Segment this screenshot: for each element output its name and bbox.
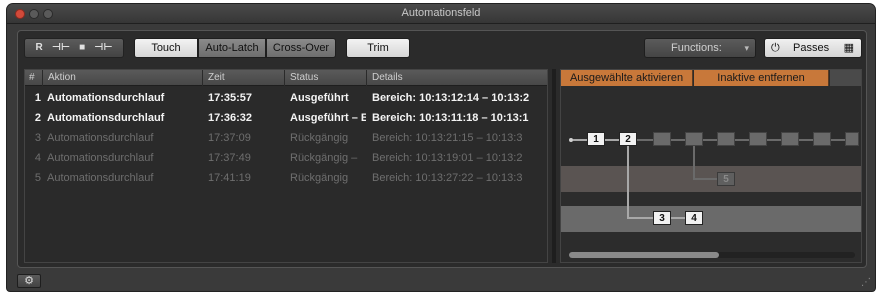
- row-number: 4: [34, 152, 41, 164]
- activate-selected-button[interactable]: Ausgewählte aktivieren: [561, 70, 693, 86]
- toolbar: R ⊣⊢ ■ ⊣⊢ Touch Auto-Latch Cross-Over Tr…: [24, 38, 862, 60]
- row-number: 5: [34, 172, 41, 184]
- row-details: Bereich: 10:13:19:01 – 10:13:2: [372, 152, 523, 164]
- pass-node-4[interactable]: 4: [685, 211, 703, 225]
- connector-line: [693, 146, 695, 180]
- table-row[interactable]: 1 Automationsdurchlauf 17:35:57 Ausgefüh…: [25, 88, 547, 108]
- row-details: Bereich: 10:13:27:22 – 10:13:3: [372, 172, 523, 184]
- window-title: Automationsfeld: [401, 7, 481, 19]
- connector-line: [693, 178, 717, 180]
- row-time: 17:36:32: [208, 112, 253, 124]
- row-action: Automationsdurchlauf: [47, 172, 154, 184]
- write-mode-icon[interactable]: ⊣⊢: [52, 39, 70, 57]
- grid-icon: ▦: [843, 42, 854, 54]
- main-panel: R ⊣⊢ ■ ⊣⊢ Touch Auto-Latch Cross-Over Tr…: [17, 30, 867, 268]
- functions-dropdown[interactable]: Functions: ▾: [644, 38, 756, 58]
- row-status: Rückgängig: [290, 132, 349, 144]
- row-action: Automationsdurchlauf: [47, 112, 165, 124]
- pass-node-ghost[interactable]: [749, 132, 767, 146]
- table-row[interactable]: 2 Automationsdurchlauf 17:36:32 Ausgefüh…: [25, 108, 547, 128]
- trim-button[interactable]: Trim: [346, 38, 410, 58]
- row-status: Ausgeführt – E: [290, 112, 366, 124]
- passes-graph: Ausgewählte aktivieren Inaktive entferne…: [560, 69, 862, 263]
- automation-history-table: # Aktion Zeit Status Details 1 Automatio…: [24, 69, 548, 263]
- pass-node-2[interactable]: 2: [619, 132, 637, 146]
- scrollbar-thumb[interactable]: [569, 252, 719, 258]
- row-number: 3: [34, 132, 41, 144]
- passes-label: Passes: [793, 42, 830, 54]
- column-header-time[interactable]: Zeit: [203, 70, 285, 86]
- row-number: 1: [34, 92, 41, 104]
- table-header: # Aktion Zeit Status Details: [25, 70, 547, 86]
- title-bar[interactable]: Automationsfeld: [7, 4, 875, 24]
- settings-button[interactable]: ⚙: [17, 274, 41, 288]
- row-action: Automationsdurchlauf: [47, 152, 154, 164]
- automation-mode-group: R ⊣⊢ ■ ⊣⊢: [24, 38, 124, 58]
- power-icon: ⏻: [771, 42, 780, 54]
- row-time: 17:41:19: [208, 172, 251, 184]
- graph-header-filler: [830, 70, 861, 86]
- row-time: 17:37:09: [208, 132, 251, 144]
- row-time: 17:35:57: [208, 92, 253, 104]
- stop-icon[interactable]: ■: [79, 39, 85, 57]
- column-header-number[interactable]: #: [25, 70, 43, 86]
- connector-line: [627, 217, 653, 219]
- pass-node-ghost[interactable]: [653, 132, 671, 146]
- row-status: Rückgängig: [290, 172, 349, 184]
- row-details: Bereich: 10:13:21:15 – 10:13:3: [372, 132, 523, 144]
- gear-icon: ⚙: [24, 275, 34, 287]
- row-action: Automationsdurchlauf: [47, 92, 165, 104]
- pass-node-1[interactable]: 1: [587, 132, 605, 146]
- panel-splitter[interactable]: [552, 69, 556, 263]
- pass-node-5[interactable]: 5: [717, 172, 735, 186]
- resize-grip-icon[interactable]: ⋰: [861, 277, 871, 288]
- suspend-icon[interactable]: ⊣⊢: [94, 39, 112, 57]
- row-status: Rückgängig –: [290, 152, 358, 164]
- connector-line: [627, 146, 629, 218]
- table-row[interactable]: 4 Automationsdurchlauf 17:37:49 Rückgäng…: [25, 148, 547, 168]
- row-status: Ausgeführt: [290, 92, 349, 104]
- remove-inactive-button[interactable]: Inaktive entfernen: [694, 70, 829, 86]
- connector-line: [605, 139, 619, 141]
- pass-node-ghost[interactable]: [813, 132, 831, 146]
- pass-node-ghost[interactable]: [781, 132, 799, 146]
- row-time: 17:37:49: [208, 152, 251, 164]
- chevron-down-icon: ▾: [744, 43, 749, 53]
- pass-node-ghost[interactable]: [717, 132, 735, 146]
- touch-mode-button[interactable]: Touch: [134, 38, 198, 58]
- horizontal-scrollbar[interactable]: [569, 252, 855, 258]
- cross-over-mode-button[interactable]: Cross-Over: [266, 38, 336, 58]
- row-action: Automationsdurchlauf: [47, 132, 154, 144]
- read-mode-icon[interactable]: R: [36, 39, 43, 57]
- auto-latch-mode-button[interactable]: Auto-Latch: [198, 38, 266, 58]
- column-header-action[interactable]: Aktion: [43, 70, 203, 86]
- table-row[interactable]: 3 Automationsdurchlauf 17:37:09 Rückgäng…: [25, 128, 547, 148]
- functions-label: Functions:: [671, 42, 722, 54]
- pass-node-3[interactable]: 3: [653, 211, 671, 225]
- pass-lane-tertiary: [561, 206, 861, 232]
- pass-node-ghost[interactable]: [685, 132, 703, 146]
- row-number: 2: [34, 112, 41, 124]
- connector-line: [671, 217, 685, 219]
- column-header-status[interactable]: Status: [285, 70, 367, 86]
- passes-button[interactable]: ⏻ Passes ▦: [764, 38, 862, 58]
- table-row[interactable]: 5 Automationsdurchlauf 17:41:19 Rückgäng…: [25, 168, 547, 188]
- connector-line: [573, 139, 587, 141]
- row-details: Bereich: 10:13:11:18 – 10:13:1: [372, 112, 529, 124]
- row-details: Bereich: 10:13:12:14 – 10:13:2: [372, 92, 530, 104]
- automation-panel-window: Automationsfeld R ⊣⊢ ■ ⊣⊢ Touch Auto-Lat…: [7, 4, 875, 291]
- pass-node-ghost[interactable]: [845, 132, 859, 146]
- column-header-details[interactable]: Details: [367, 70, 547, 86]
